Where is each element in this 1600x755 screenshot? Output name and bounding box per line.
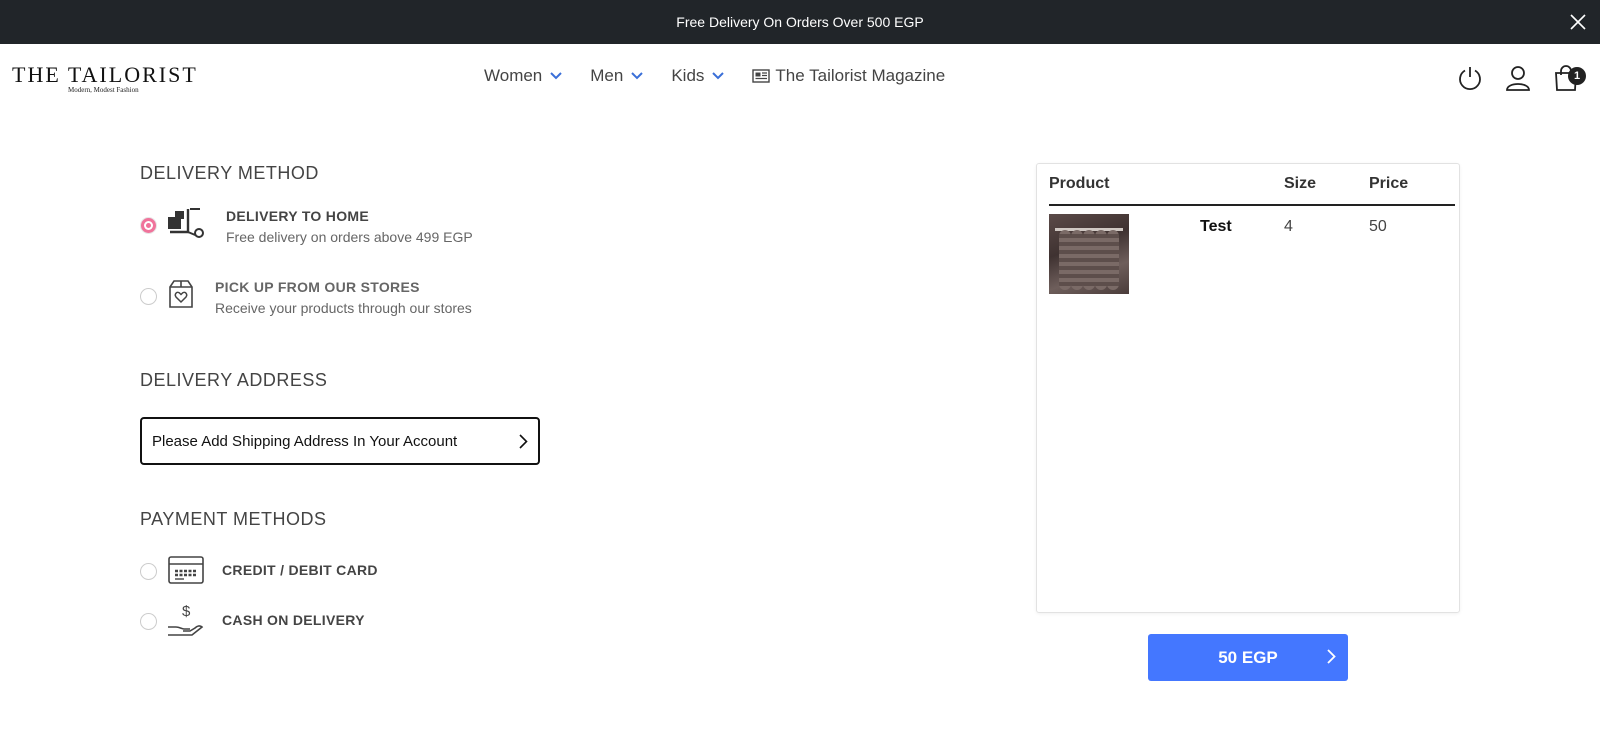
user-icon[interactable]: [1504, 64, 1532, 92]
delivery-home-title: DELIVERY TO HOME: [226, 208, 370, 224]
store-box-icon: [169, 280, 193, 308]
brand-logo[interactable]: The Tailorist Modern, Modest Fashion: [12, 62, 212, 94]
nav-item-label: Women: [484, 66, 543, 85]
delivery-home-radio[interactable]: [140, 217, 157, 234]
nav-item-label: Men: [590, 66, 624, 85]
product-thumbnail[interactable]: [1049, 214, 1129, 294]
add-address-button[interactable]: Please Add Shipping Address In Your Acco…: [140, 417, 540, 465]
delivery-address-title: DELIVERY ADDRESS: [140, 370, 328, 390]
pickup-store-subtitle: Receive your products through our stores: [215, 300, 472, 316]
delivery-cart-icon: [168, 208, 204, 238]
chevron-right-icon: [1327, 649, 1336, 664]
chevron-down-icon: [550, 72, 562, 80]
cart-button[interactable]: 1: [1552, 64, 1586, 92]
nav-item-women[interactable]: Women: [484, 66, 562, 86]
total-label: 50 EGP: [1218, 647, 1278, 667]
order-summary: Product Size Price Test 4 50: [1036, 163, 1460, 613]
chevron-down-icon: [631, 72, 644, 80]
column-product: Product: [1049, 175, 1110, 192]
credit-card-icon: [168, 556, 204, 584]
power-icon[interactable]: [1456, 64, 1484, 92]
cart-count-badge: 1: [1568, 67, 1586, 85]
nav-item-kids[interactable]: Kids: [671, 66, 725, 86]
main-nav: Women Men Kids The Tailorist Magazine: [484, 66, 973, 86]
announcement-bar: Free Delivery On Orders Over 500 EGP: [0, 0, 1600, 44]
site-header: The Tailorist Modern, Modest Fashion Wom…: [0, 44, 1600, 114]
svg-text:$: $: [182, 603, 191, 620]
nav-item-men[interactable]: Men: [590, 66, 644, 86]
header-actions: 1: [1436, 64, 1586, 92]
cash-payment-radio[interactable]: [140, 613, 157, 630]
card-payment-radio[interactable]: [140, 563, 157, 580]
delivery-home-subtitle: Free delivery on orders above 499 EGP: [226, 229, 473, 245]
pickup-store-title: PICK UP FROM OUR STORES: [215, 279, 420, 295]
card-payment-title: CREDIT / DEBIT CARD: [222, 562, 378, 578]
newspaper-icon: [752, 69, 771, 83]
nav-item-label: The Tailorist Magazine: [775, 66, 946, 85]
checkout-total-button[interactable]: 50 EGP: [1148, 634, 1348, 681]
product-price: 50: [1369, 218, 1387, 235]
brand-name: The Tailorist: [12, 62, 198, 87]
close-icon[interactable]: [1568, 12, 1588, 32]
pickup-store-radio[interactable]: [140, 288, 157, 305]
delivery-method-title: DELIVERY METHOD: [140, 163, 319, 183]
product-name: Test: [1200, 218, 1232, 235]
chevron-right-icon: [519, 434, 528, 449]
cash-payment-title: CASH ON DELIVERY: [222, 612, 365, 628]
nav-item-magazine[interactable]: The Tailorist Magazine: [752, 66, 945, 86]
summary-header: Product Size Price: [1049, 164, 1455, 206]
column-price: Price: [1369, 175, 1409, 192]
cash-hand-icon: $: [168, 603, 204, 636]
add-address-label: Please Add Shipping Address In Your Acco…: [152, 432, 458, 450]
payment-methods-title: PAYMENT METHODS: [140, 509, 327, 529]
announcement-text: Free Delivery On Orders Over 500 EGP: [676, 14, 924, 30]
nav-item-label: Kids: [671, 66, 705, 85]
product-size: 4: [1284, 218, 1293, 235]
column-size: Size: [1284, 175, 1317, 192]
chevron-down-icon: [712, 72, 725, 80]
table-row: Test 4 50: [1049, 214, 1455, 296]
